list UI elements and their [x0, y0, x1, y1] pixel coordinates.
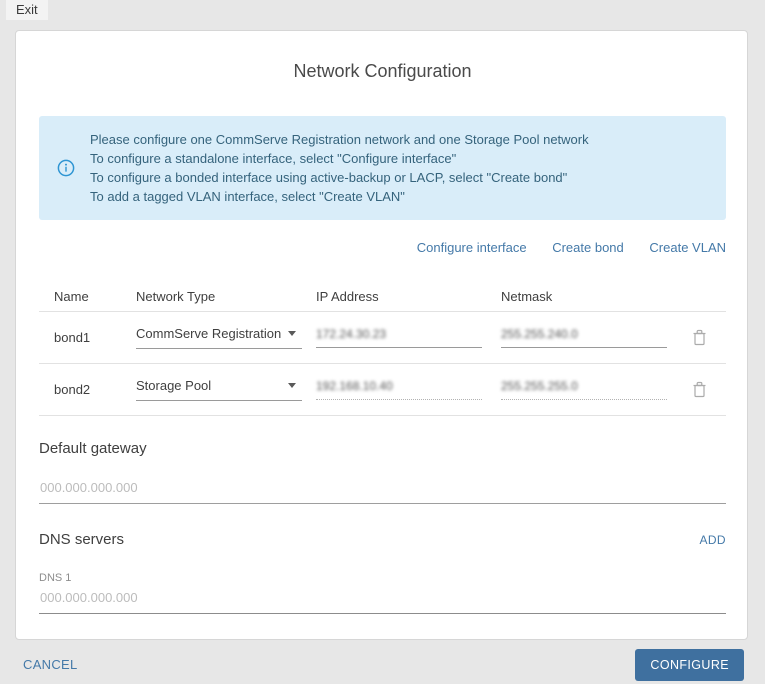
header-netmask: Netmask [501, 289, 681, 304]
dialog-footer: CANCEL CONFIGURE [0, 645, 765, 684]
ip-address-value: 192.168.10.40 [316, 379, 393, 393]
default-gateway-heading: Default gateway [39, 440, 726, 457]
header-network-type: Network Type [136, 289, 316, 304]
info-icon [57, 159, 75, 177]
chevron-down-icon [288, 331, 296, 336]
table-actions: Configure interface Create bond Create V… [39, 240, 726, 255]
info-banner: Please configure one CommServe Registrat… [39, 116, 726, 220]
ip-address-value: 172.24.30.23 [316, 327, 386, 341]
trash-icon [692, 381, 707, 398]
network-type-value: CommServe Registration [136, 326, 281, 341]
netmask-value: 255.255.255.0 [501, 379, 578, 393]
info-line: To add a tagged VLAN interface, select "… [90, 187, 589, 206]
info-line: Please configure one CommServe Registrat… [90, 130, 589, 149]
header-name: Name [39, 289, 136, 304]
delete-row-button[interactable] [692, 329, 707, 346]
configure-button[interactable]: CONFIGURE [635, 649, 744, 681]
table-row: bond1 CommServe Registration 172.24.30.2… [39, 312, 726, 364]
network-configuration-dialog: Network Configuration Please configure o… [15, 30, 748, 640]
ip-address-field[interactable]: 172.24.30.23 [316, 327, 482, 348]
netmask-field[interactable]: 255.255.255.0 [501, 379, 667, 400]
table-header-row: Name Network Type IP Address Netmask [39, 281, 726, 312]
exit-button[interactable]: Exit [6, 0, 48, 20]
dns1-input[interactable] [39, 590, 726, 613]
create-vlan-link[interactable]: Create VLAN [649, 240, 726, 255]
dns-field-group: DNS 1 [39, 572, 726, 614]
create-bond-link[interactable]: Create bond [552, 240, 624, 255]
network-table: Name Network Type IP Address Netmask bon… [39, 281, 726, 416]
info-text: Please configure one CommServe Registrat… [90, 130, 589, 206]
info-line: To configure a bonded interface using ac… [90, 168, 589, 187]
dns1-label: DNS 1 [39, 572, 726, 584]
dialog-title: Network Configuration [39, 61, 726, 82]
interface-name: bond1 [39, 330, 136, 345]
network-type-select[interactable]: Storage Pool [136, 378, 302, 401]
info-line: To configure a standalone interface, sel… [90, 149, 589, 168]
network-type-value: Storage Pool [136, 378, 211, 393]
default-gateway-input[interactable] [39, 480, 726, 503]
trash-icon [692, 329, 707, 346]
netmask-value: 255.255.240.0 [501, 327, 578, 341]
configure-interface-link[interactable]: Configure interface [417, 240, 527, 255]
table-row: bond2 Storage Pool 192.168.10.40 255.255… [39, 364, 726, 416]
header-ip-address: IP Address [316, 289, 501, 304]
add-dns-button[interactable]: ADD [699, 533, 726, 547]
interface-name: bond2 [39, 382, 136, 397]
dns-servers-heading: DNS servers [39, 531, 124, 548]
netmask-field[interactable]: 255.255.240.0 [501, 327, 667, 348]
network-type-select[interactable]: CommServe Registration [136, 326, 302, 349]
delete-row-button[interactable] [692, 381, 707, 398]
cancel-button[interactable]: CANCEL [23, 657, 78, 672]
chevron-down-icon [288, 383, 296, 388]
ip-address-field[interactable]: 192.168.10.40 [316, 379, 482, 400]
